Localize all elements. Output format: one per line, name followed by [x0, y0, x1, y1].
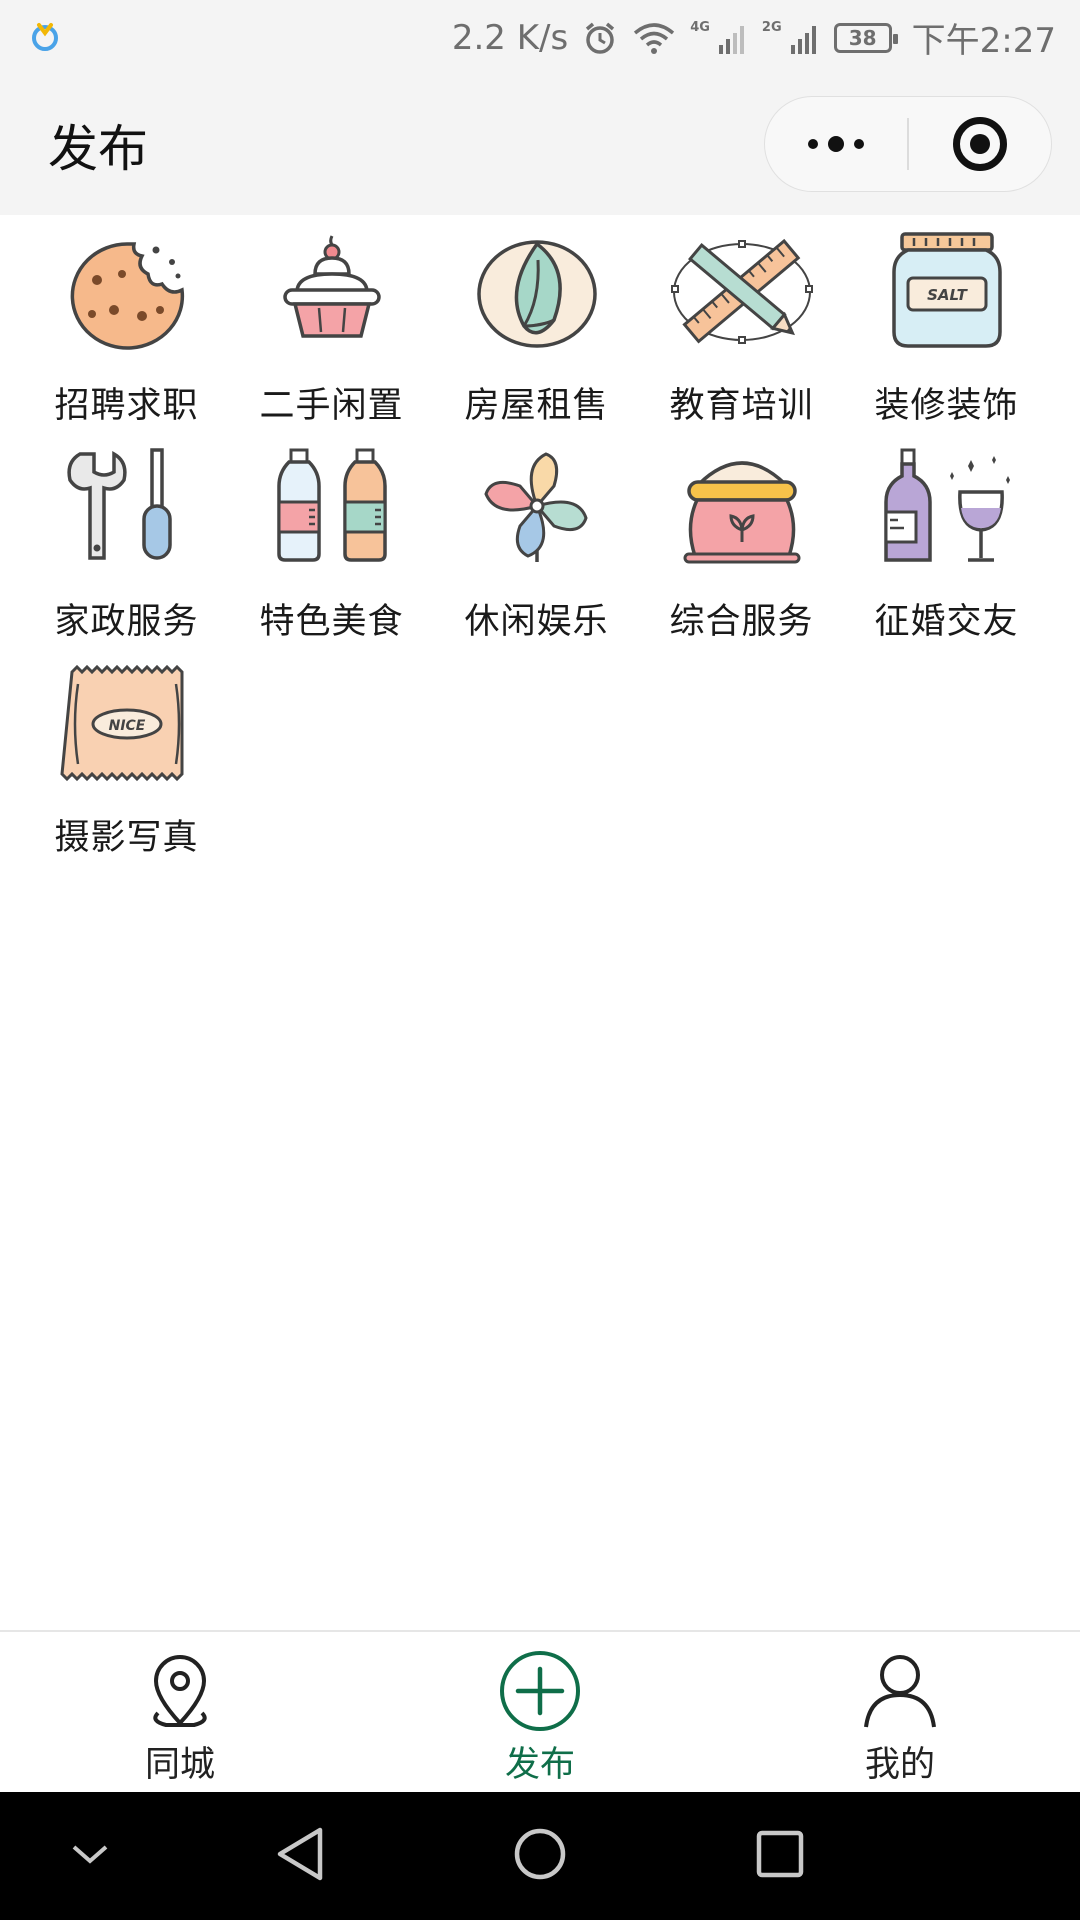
salt-jar-icon: SALT: [872, 230, 1022, 355]
category-leisure[interactable]: 休闲娱乐: [434, 446, 639, 662]
back-triangle-icon: [272, 1824, 328, 1888]
category-grid: 招聘求职 二手闲置 房屋租售 教育培训 SALT 装修装饰 家政服务 特色美食 …: [24, 230, 1056, 878]
nice-label: NICE: [108, 718, 145, 734]
tab-label: 同城: [144, 1745, 215, 1785]
battery-indicator: 38: [833, 22, 898, 53]
tab-local[interactable]: 同城: [0, 1632, 360, 1792]
page-title: 发布: [48, 120, 148, 178]
category-label: 特色美食: [259, 602, 404, 642]
hide-keyboard-button[interactable]: [35, 1792, 145, 1920]
category-label: 装修装饰: [874, 386, 1019, 426]
flour-sack-icon: [667, 446, 817, 571]
category-label: 征婚交友: [874, 602, 1019, 642]
category-food[interactable]: 特色美食: [229, 446, 434, 662]
category-label: 家政服务: [54, 602, 199, 642]
cookie-icon: [52, 230, 202, 355]
snack-bag-icon: NICE: [52, 662, 202, 787]
signal-icon-1: [718, 21, 748, 55]
category-housing[interactable]: 房屋租售: [434, 230, 639, 446]
category-label: 房屋租售: [464, 386, 609, 426]
navigation-bar: 发布: [0, 75, 1080, 215]
category-education[interactable]: 教育培训: [639, 230, 844, 446]
signal-icon-2: [790, 21, 820, 55]
category-housekeeping[interactable]: 家政服务: [24, 446, 229, 662]
clock: 下午2:27: [911, 21, 1056, 61]
pinwheel-icon: [462, 446, 612, 571]
recents-button[interactable]: [725, 1792, 835, 1920]
target-circle-icon: [952, 117, 1007, 171]
category-label: 招聘求职: [54, 386, 199, 426]
system-navigation-bar: [0, 1792, 1080, 1920]
category-recruitment[interactable]: 招聘求职: [24, 230, 229, 446]
recents-square-icon: [754, 1828, 806, 1884]
pistachio-icon: [462, 230, 612, 355]
category-label: 二手闲置: [259, 386, 404, 426]
bottom-tab-bar: 同城 发布 我的: [0, 1630, 1080, 1792]
category-label: 教育培训: [669, 386, 814, 426]
category-label: 休闲娱乐: [464, 602, 609, 642]
category-dating[interactable]: 征婚交友: [844, 446, 1049, 662]
wine-icon: [872, 446, 1022, 571]
app-notification-icon: [28, 19, 62, 57]
ruler-pencil-icon: [667, 230, 817, 355]
cupcake-icon: [257, 230, 407, 355]
more-dots-icon: [808, 136, 865, 152]
salt-label: SALT: [927, 286, 968, 304]
home-button[interactable]: [485, 1792, 595, 1920]
tab-label: 发布: [504, 1745, 575, 1785]
network-speed: 2.2 K/s: [451, 17, 569, 58]
category-label: 摄影写真: [54, 818, 199, 858]
more-menu-button[interactable]: [765, 97, 907, 191]
tab-label: 我的: [864, 1745, 935, 1785]
network-type-2g: 2G: [761, 20, 782, 35]
category-general-services[interactable]: 综合服务: [639, 446, 844, 662]
category-photography[interactable]: NICE 摄影写真: [24, 662, 229, 878]
tab-mine[interactable]: 我的: [720, 1632, 1080, 1792]
alarm-icon: [582, 20, 618, 56]
category-decoration[interactable]: SALT 装修装饰: [844, 230, 1049, 446]
wrench-screwdriver-icon: [52, 446, 202, 571]
status-bar: 2.2 K/s 4G 2G 38 下午2:27: [0, 0, 1080, 75]
plus-circle-icon: [495, 1648, 585, 1734]
network-type-4g: 4G: [690, 20, 710, 35]
category-secondhand[interactable]: 二手闲置: [229, 230, 434, 446]
back-button[interactable]: [245, 1792, 355, 1920]
home-circle-icon: [512, 1826, 568, 1886]
location-pin-icon: [135, 1648, 225, 1734]
bottles-icon: [257, 446, 407, 571]
chevron-down-icon: [68, 1839, 112, 1873]
category-label: 综合服务: [669, 602, 814, 642]
close-miniprogram-button[interactable]: [909, 97, 1051, 191]
user-icon: [855, 1648, 945, 1734]
wifi-icon: [632, 21, 676, 55]
miniprogram-capsule: [764, 96, 1052, 192]
tab-publish[interactable]: 发布: [360, 1632, 720, 1792]
